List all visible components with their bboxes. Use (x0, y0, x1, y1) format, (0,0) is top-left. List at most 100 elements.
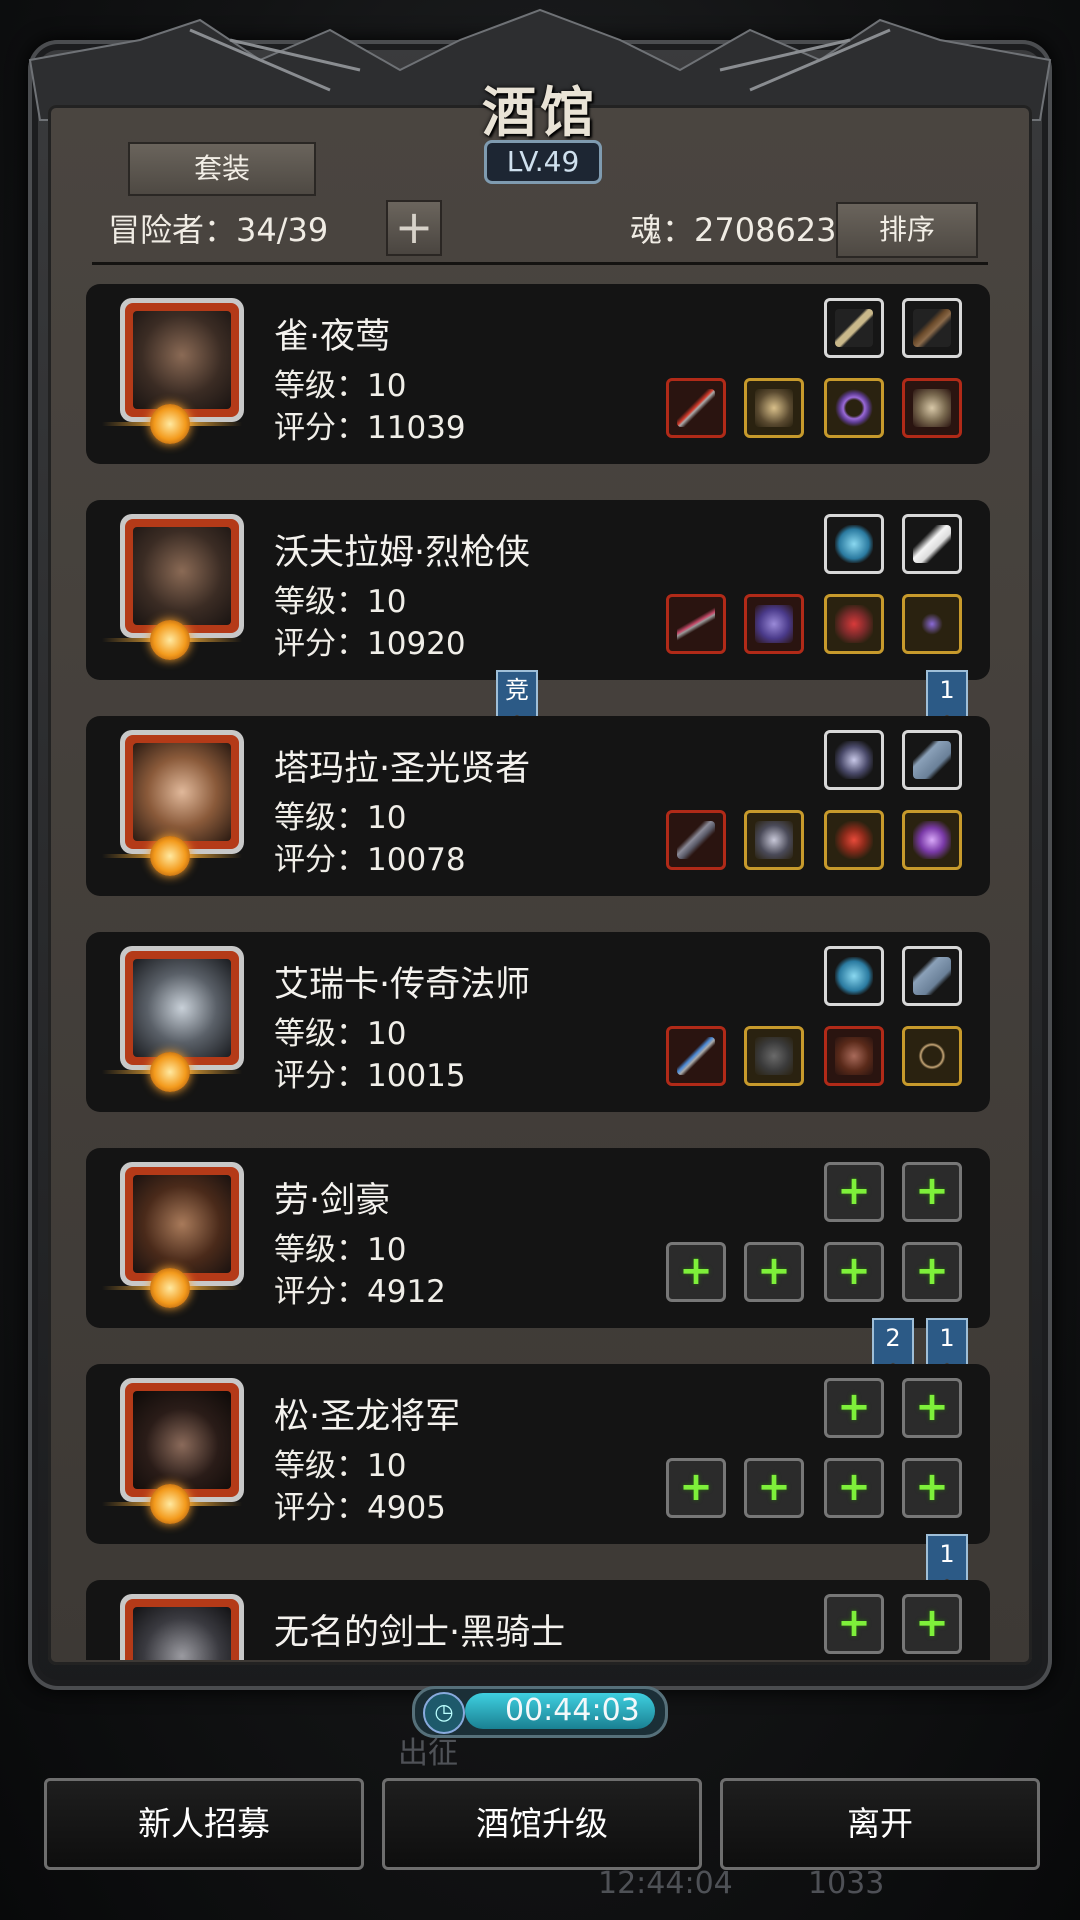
hero-score: 评分：10015 (274, 1058, 466, 1094)
empty-slot[interactable]: + (824, 1378, 884, 1438)
book-icon (913, 957, 951, 995)
expedition-timer: ◷ 00:44:03 (412, 1686, 668, 1738)
empty-slot[interactable]: + (666, 1458, 726, 1518)
recruit-button[interactable]: 新人招募 (44, 1778, 364, 1870)
equip-slot-4[interactable] (902, 594, 962, 654)
ring-icon (835, 605, 873, 643)
plus-icon: + (915, 1384, 949, 1430)
equip-slot-offhand[interactable] (902, 946, 962, 1006)
equip-slot-1[interactable] (666, 378, 726, 438)
hero-score: 评分：10920 (274, 626, 466, 662)
leave-button[interactable]: 离开 (720, 1778, 1040, 1870)
hero-level: 等级：10 (274, 584, 407, 620)
hero-portrait[interactable] (120, 730, 244, 854)
suit-button[interactable]: 套装 (128, 142, 316, 196)
pendant-icon (835, 821, 873, 859)
hero-score: 评分：11039 (274, 410, 466, 446)
hero-card[interactable]: 塔玛拉·圣光贤者 等级：10 评分：10078 (86, 716, 990, 896)
clock-icon: ◷ (423, 1692, 465, 1734)
empty-slot[interactable]: + (744, 1242, 804, 1302)
hero-level: 等级：10 (274, 1232, 407, 1268)
hero-portrait[interactable] (120, 514, 244, 638)
empty-slot[interactable]: + (824, 1458, 884, 1518)
plus-icon: + (757, 1248, 791, 1294)
hero-card[interactable]: 沃夫拉姆·烈枪侠 等级：10 评分：10920 (86, 500, 990, 680)
equip-slot-weapon[interactable] (824, 514, 884, 574)
rank-emblem-icon (150, 1268, 190, 1308)
equip-slot-2[interactable] (744, 378, 804, 438)
hero-name: 雀·夜莺 (274, 317, 391, 357)
equip-slot-3[interactable] (824, 810, 884, 870)
equip-slot-3[interactable] (824, 378, 884, 438)
hero-name: 沃夫拉姆·烈枪侠 (274, 533, 531, 573)
armor-icon (755, 605, 793, 643)
equip-slot-1[interactable] (666, 594, 726, 654)
equip-slot-offhand[interactable] (902, 730, 962, 790)
necklace-icon (913, 1037, 951, 1075)
hero-list[interactable]: 雀·夜莺 等级：10 评分：11039 沃夫拉姆·烈枪侠 等级：10 评分：10… (86, 280, 990, 1660)
hero-avatar (133, 1391, 231, 1489)
hero-level: 等级：10 (274, 368, 407, 404)
equip-slot-2[interactable] (744, 810, 804, 870)
bg-count-text: 1033 (808, 1866, 885, 1901)
boot-icon (835, 525, 873, 563)
ring-icon (835, 389, 873, 427)
empty-slot[interactable]: + (902, 1458, 962, 1518)
empty-slot[interactable]: + (902, 1594, 962, 1654)
empty-slot[interactable]: + (824, 1594, 884, 1654)
empty-slot[interactable]: + (902, 1162, 962, 1222)
equip-slot-weapon[interactable] (824, 298, 884, 358)
hero-score: 评分：4912 (274, 1274, 446, 1310)
boot-icon (835, 957, 873, 995)
equip-slot-offhand[interactable] (902, 298, 962, 358)
hero-name: 劳·剑豪 (274, 1181, 391, 1221)
orb-icon (913, 821, 951, 859)
empty-slot[interactable]: + (666, 1242, 726, 1302)
empty-slot[interactable]: + (744, 1458, 804, 1518)
hero-portrait[interactable] (120, 1162, 244, 1286)
hero-name: 无名的剑士·黑骑士 (274, 1613, 566, 1653)
equip-slot-4[interactable] (902, 810, 962, 870)
hero-avatar (133, 743, 231, 841)
hero-card[interactable]: 无名的剑士·黑骑士 + + (86, 1580, 990, 1660)
equip-slot-weapon[interactable] (824, 730, 884, 790)
equip-slot-1[interactable] (666, 1026, 726, 1086)
sword-icon (835, 309, 873, 347)
empty-slot[interactable]: + (902, 1378, 962, 1438)
equip-slot-offhand[interactable] (902, 514, 962, 574)
hero-portrait[interactable] (120, 946, 244, 1070)
hero-portrait[interactable] (120, 1594, 244, 1660)
book-icon (913, 741, 951, 779)
hero-card[interactable]: 雀·夜莺 等级：10 评分：11039 (86, 284, 990, 464)
hero-card[interactable]: 松·圣龙将军 等级：10 评分：4905 + + + + + + (86, 1364, 990, 1544)
hero-portrait[interactable] (120, 298, 244, 422)
hero-card[interactable]: 艾瑞卡·传奇法师 等级：10 评分：10015 (86, 932, 990, 1112)
equip-slot-3[interactable] (824, 594, 884, 654)
wing-icon (913, 525, 951, 563)
hero-score: 评分：4905 (274, 1490, 446, 1526)
divider (92, 262, 988, 265)
equip-slot-2[interactable] (744, 594, 804, 654)
empty-slot[interactable]: + (824, 1242, 884, 1302)
plus-icon: + (837, 1464, 871, 1510)
equip-slot-4[interactable] (902, 1026, 962, 1086)
equip-slot-3[interactable] (824, 1026, 884, 1086)
equip-slot-1[interactable] (666, 810, 726, 870)
equip-slot-weapon[interactable] (824, 946, 884, 1006)
equip-slot-4[interactable] (902, 378, 962, 438)
upgrade-tavern-button[interactable]: 酒馆升级 (382, 1778, 702, 1870)
adventurer-count: 冒险者：34/39 (108, 211, 329, 249)
equip-slot-2[interactable] (744, 1026, 804, 1086)
hero-name: 塔玛拉·圣光贤者 (274, 749, 531, 789)
add-slot-button[interactable]: + (386, 200, 442, 256)
sort-button[interactable]: 排序 (836, 202, 978, 258)
plus-icon: + (915, 1168, 949, 1214)
gun-icon (913, 309, 951, 347)
hero-card[interactable]: 劳·剑豪 等级：10 评分：4912 + + + + + + (86, 1148, 990, 1328)
hero-portrait[interactable] (120, 1378, 244, 1502)
hero-avatar (133, 311, 231, 409)
spear-icon (677, 605, 715, 643)
empty-slot[interactable]: + (902, 1242, 962, 1302)
plus-icon: + (757, 1464, 791, 1510)
empty-slot[interactable]: + (824, 1162, 884, 1222)
